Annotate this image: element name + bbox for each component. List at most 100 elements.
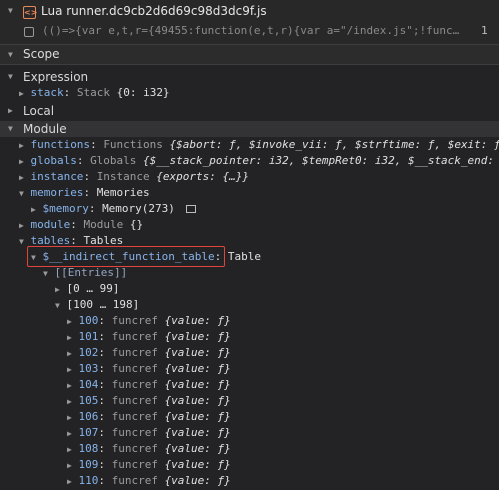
entry-index: 110 [78,474,99,487]
tree-row-instance[interactable]: ▶ instance: Instance {exports: {…}} [19,169,249,185]
range-label: [100 … 198] [66,298,140,311]
value-preview: {$abort: ƒ, $invoke_vii: ƒ, $strftime: ƒ… [169,138,499,151]
entry-type: funcref [111,426,158,439]
property-key: module [30,218,71,231]
table-entry-row[interactable]: ▶ 105: funcref {value: ƒ} [67,393,231,409]
collapse-triangle-icon[interactable]: ▼ [31,253,36,262]
entry-type: funcref [111,314,158,327]
entry-index: 107 [78,426,99,439]
value-preview: {$__stack_pointer: i32, $tempRet0: i32, … [143,154,499,167]
table-entry-row[interactable]: ▶ 104: funcref {value: ƒ} [67,377,231,393]
expand-triangle-icon[interactable]: ▶ [55,285,60,294]
memory-inspector-icon[interactable] [185,205,196,213]
value-preview: {} [129,218,144,231]
entry-index: 101 [78,330,99,343]
value-type: Globals [90,154,137,167]
entry-type: funcref [111,458,158,471]
property-key: instance [30,170,84,183]
expand-triangle-icon[interactable]: ▶ [67,397,72,406]
table-entry-row[interactable]: ▶ 101: funcref {value: ƒ} [67,329,231,345]
property-key: stack [30,86,64,99]
breakpoint-checkbox[interactable] [24,27,34,37]
table-entry-row[interactable]: ▶ 102: funcref {value: ƒ} [67,345,231,361]
entry-index: 104 [78,378,99,391]
table-entry-row[interactable]: ▶ 106: funcref {value: ƒ} [67,409,231,425]
local-expand-icon[interactable]: ▶ [8,103,13,119]
entry-index: 108 [78,442,99,455]
table-entry-row[interactable]: ▶ 103: funcref {value: ƒ} [67,361,231,377]
scope-header[interactable] [0,45,499,64]
value-type: Module [83,218,124,231]
tree-row-range-100-198[interactable]: ▼ [100 … 198] [55,297,139,313]
collapse-triangle-icon[interactable]: ▼ [43,269,48,278]
value-preview: {exports: {…}} [156,170,250,183]
entry-index: 105 [78,394,99,407]
section-module[interactable]: Module [23,121,67,137]
property-key: functions [30,138,91,151]
entry-type: funcref [111,442,158,455]
table-entry-row[interactable]: ▶ 109: funcref {value: ƒ} [67,457,231,473]
collapse-triangle-icon[interactable]: ▼ [19,237,24,246]
expand-triangle-icon[interactable]: ▶ [67,461,72,470]
value-type: Functions [103,138,163,151]
collapse-triangle-icon[interactable]: ▼ [19,189,24,198]
source-filename[interactable]: Lua runner.dc9cb2d6d69c98d3dc9f.js [41,4,267,18]
section-expression[interactable]: Expression [23,69,88,85]
table-entry-row[interactable]: ▶ 110: funcref {value: ƒ} [67,473,231,489]
entry-value: {value: ƒ} [164,474,231,487]
expression-collapse-icon[interactable]: ▼ [8,69,13,85]
tree-row-memories[interactable]: ▼ memories: Memories [19,185,150,201]
entry-type: funcref [111,346,158,359]
table-entry-row[interactable]: ▶ 108: funcref {value: ƒ} [67,441,231,457]
tree-row-module[interactable]: ▶ module: Module {} [19,217,143,233]
expand-triangle-icon[interactable]: ▶ [67,317,72,326]
expand-triangle-icon[interactable]: ▶ [31,205,36,214]
expand-triangle-icon[interactable]: ▶ [19,173,24,182]
entry-index: 102 [78,346,99,359]
scope-title[interactable]: Scope [23,47,60,61]
entry-value: {value: ƒ} [164,314,231,327]
module-collapse-icon[interactable]: ▼ [8,121,13,137]
module-section-header[interactable] [0,121,499,137]
property-key: globals [30,154,77,167]
expand-triangle-icon[interactable]: ▶ [19,221,24,230]
entry-value: {value: ƒ} [164,458,231,471]
scope-collapse-icon[interactable]: ▼ [8,47,13,63]
expand-triangle-icon[interactable]: ▶ [67,429,72,438]
tree-row-functions[interactable]: ▶ functions: Functions {$abort: ƒ, $invo… [19,137,499,153]
tree-row-entries[interactable]: ▼ [[Entries]] [43,265,127,281]
tree-row-stack[interactable]: ▶ stack: Stack {0: i32} [19,85,170,101]
entry-type: funcref [111,474,158,487]
expand-triangle-icon[interactable]: ▶ [67,349,72,358]
collapse-triangle-icon[interactable]: ▼ [8,3,13,19]
expand-triangle-icon[interactable]: ▶ [19,157,24,166]
entry-value: {value: ƒ} [164,394,231,407]
divider [0,64,499,65]
table-entry-row[interactable]: ▶ 100: funcref {value: ƒ} [67,313,231,329]
expand-triangle-icon[interactable]: ▶ [67,477,72,486]
source-snippet[interactable]: (()=>{var e,t,r={49455:function(e,t,r){v… [42,24,462,37]
expand-triangle-icon[interactable]: ▶ [67,365,72,374]
section-local[interactable]: Local [23,103,54,119]
entry-type: funcref [111,362,158,375]
tree-row-globals[interactable]: ▶ globals: Globals {$__stack_pointer: i3… [19,153,499,169]
entry-value: {value: ƒ} [164,442,231,455]
tree-row-range-0-99[interactable]: ▶ [0 … 99] [55,281,119,297]
tree-row-memory[interactable]: ▶ $memory: Memory(273) [31,201,196,217]
entry-type: funcref [111,378,158,391]
internal-property: [[Entries]] [54,266,128,279]
expand-triangle-icon[interactable]: ▶ [19,89,24,98]
property-key: $__indirect_function_table [42,250,215,263]
entry-value: {value: ƒ} [164,346,231,359]
expand-triangle-icon[interactable]: ▶ [67,413,72,422]
entry-value: {value: ƒ} [164,362,231,375]
table-entry-row[interactable]: ▶ 107: funcref {value: ƒ} [67,425,231,441]
collapse-triangle-icon[interactable]: ▼ [55,301,60,310]
tree-row-indirect-function-table[interactable]: ▼ $__indirect_function_table: Table [31,249,261,265]
expand-triangle-icon[interactable]: ▶ [67,333,72,342]
entry-index: 106 [78,410,99,423]
expand-triangle-icon[interactable]: ▶ [67,381,72,390]
entry-value: {value: ƒ} [164,410,231,423]
expand-triangle-icon[interactable]: ▶ [19,141,24,150]
expand-triangle-icon[interactable]: ▶ [67,445,72,454]
